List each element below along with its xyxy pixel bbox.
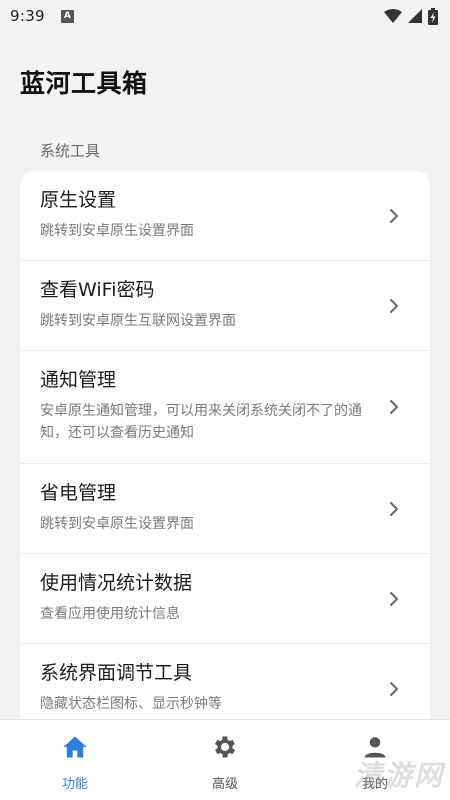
item-title: 原生设置 <box>40 189 117 211</box>
gear-icon <box>214 736 236 758</box>
chevron-right-icon <box>390 208 398 223</box>
status-icons <box>384 7 438 25</box>
tab-label: 高级 <box>211 777 238 792</box>
item-description: 跳转到安卓原生设置界面 <box>40 223 194 239</box>
chevron-right-icon <box>390 501 398 516</box>
page-title: 蓝河工具箱 <box>20 69 148 98</box>
signal-icon <box>408 9 422 23</box>
tab-mine[interactable]: 我的 <box>300 720 450 800</box>
tab-advanced[interactable]: 高级 <box>150 720 300 800</box>
tab-functions[interactable]: 功能 <box>0 720 150 800</box>
item-description: 查看应用使用统计信息 <box>40 606 180 622</box>
section-label: 系统工具 <box>40 142 101 160</box>
item-title: 使用情况统计数据 <box>40 572 193 594</box>
item-title: 省电管理 <box>40 482 117 504</box>
status-time: 9:39 <box>10 7 45 25</box>
wifi-icon <box>384 9 402 23</box>
list-item-usage-stats[interactable]: 使用情况统计数据 查看应用使用统计信息 <box>20 554 430 644</box>
chevron-right-icon <box>390 591 398 606</box>
bottom-nav: 功能 高级 我的 <box>0 719 450 800</box>
item-title: 系统界面调节工具 <box>40 662 193 684</box>
list-item-native-settings[interactable]: 原生设置 跳转到安卓原生设置界面 <box>20 171 430 261</box>
chevron-right-icon <box>390 298 398 313</box>
item-title: 通知管理 <box>40 369 117 391</box>
status-bar: 9:39 A <box>0 0 450 32</box>
item-description: 隐藏状态栏图标、显示秒钟等 <box>40 696 222 712</box>
chevron-right-icon <box>390 682 398 696</box>
chevron-right-icon <box>390 400 398 414</box>
item-description: 安卓原生通知管理，可以用来关闭系统关闭不了的通知，还可以查看历史通知 <box>40 403 362 441</box>
item-description: 跳转到安卓原生互联网设置界面 <box>40 313 236 329</box>
tab-label: 我的 <box>361 777 388 792</box>
list-item-notification-management[interactable]: 通知管理 安卓原生通知管理，可以用来关闭系统关闭不了的通知，还可以查看历史通知 <box>20 351 430 464</box>
home-icon <box>63 736 87 758</box>
notification-badge-icon: A <box>60 9 74 23</box>
item-description: 跳转到安卓原生设置界面 <box>40 516 194 532</box>
tab-label: 功能 <box>61 777 88 792</box>
item-title: 查看WiFi密码 <box>40 279 155 301</box>
list-item-wifi-password[interactable]: 查看WiFi密码 跳转到安卓原生互联网设置界面 <box>20 261 430 351</box>
list-item-power-management[interactable]: 省电管理 跳转到安卓原生设置界面 <box>20 464 430 554</box>
battery-charging-icon <box>428 7 438 25</box>
person-icon <box>364 737 386 758</box>
tools-card: 原生设置 跳转到安卓原生设置界面 查看WiFi密码 跳转到安卓原生互联网设置界面… <box>20 171 430 751</box>
